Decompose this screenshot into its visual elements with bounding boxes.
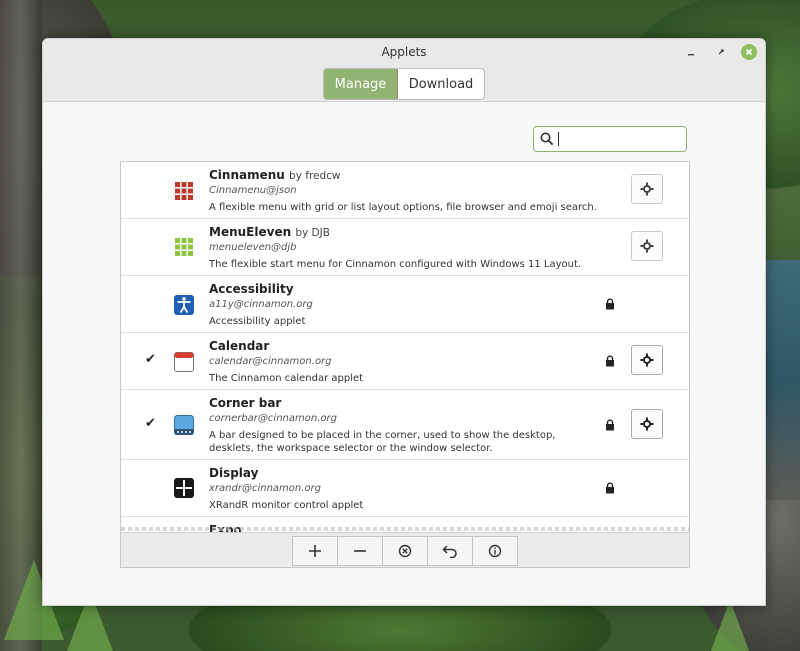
wallpaper-water-right	[766, 260, 800, 500]
restore-button[interactable]	[427, 536, 473, 566]
wallpaper-fern	[700, 600, 760, 651]
applet-description: The flexible start menu for Cinnamon con…	[209, 259, 582, 270]
list-item[interactable]: MenuEleven by DJB menueleven@djb The fle…	[121, 219, 689, 276]
configure-button[interactable]	[631, 174, 663, 204]
close-icon[interactable]	[741, 44, 757, 60]
enabled-check-icon: ✔	[145, 416, 156, 431]
applet-description: A flexible menu with grid or list layout…	[209, 202, 597, 213]
enabled-check-icon: ✔	[145, 352, 156, 367]
tab-manage[interactable]: Manage	[324, 69, 398, 99]
remove-applet-button[interactable]	[337, 536, 383, 566]
configure-button[interactable]	[631, 231, 663, 261]
search-icon	[540, 132, 554, 146]
list-item[interactable]: ✔ Calendar calendar@cinnamon.org The Cin…	[121, 333, 689, 390]
info-icon	[488, 544, 502, 558]
applets-window: Applets Manage Download Cinnamenu by fre…	[42, 38, 766, 606]
applet-uuid: Cinnamenu@json	[209, 185, 297, 196]
undo-arrow-icon	[442, 545, 457, 558]
applet-name: MenuEleven by DJB	[209, 225, 330, 239]
view-switcher: Manage Download	[323, 68, 485, 100]
wallpaper-rock-left	[0, 0, 42, 651]
scroll-edge-indicator	[121, 527, 689, 531]
lock-icon	[604, 419, 616, 431]
maximize-icon[interactable]	[713, 44, 729, 60]
plus-icon	[309, 545, 321, 557]
tab-download[interactable]: Download	[398, 69, 484, 99]
bottom-toolbar	[120, 532, 690, 568]
search-input[interactable]	[563, 132, 683, 146]
applet-description: The Cinnamon calendar applet	[209, 373, 364, 384]
applet-uuid: xrandr@cinnamon.org	[209, 483, 321, 494]
applet-description: Accessibility applet	[209, 316, 306, 327]
list-item[interactable]: Accessibility a11y@cinnamon.org Accessib…	[121, 276, 689, 333]
applet-name: Accessibility	[209, 282, 294, 296]
applet-uuid: menueleven@djb	[209, 242, 297, 253]
applet-uuid: calendar@cinnamon.org	[209, 356, 332, 367]
minus-icon	[354, 550, 366, 552]
list-item[interactable]: ✔ Corner bar cornerbar@cinnamon.org A ba…	[121, 390, 689, 460]
disable-all-button[interactable]	[382, 536, 428, 566]
about-button[interactable]	[472, 536, 518, 566]
gear-icon	[640, 182, 654, 196]
add-applet-button[interactable]	[292, 536, 338, 566]
applet-name: Display	[209, 466, 259, 480]
gear-icon	[640, 417, 654, 431]
configure-button[interactable]	[631, 409, 663, 439]
search-box[interactable]	[533, 126, 687, 152]
applet-name: Cinnamenu by fredcw	[209, 168, 341, 182]
calendar-icon	[173, 351, 195, 373]
gear-icon	[640, 353, 654, 367]
minimize-icon[interactable]	[683, 44, 699, 60]
header-bar: Applets Manage Download	[43, 39, 765, 102]
lock-icon	[604, 298, 616, 310]
window-title: Applets	[381, 45, 427, 59]
configure-button[interactable]	[631, 345, 663, 375]
lock-icon	[604, 355, 616, 367]
text-caret	[558, 132, 559, 146]
accessibility-icon	[173, 294, 195, 316]
applet-description: XRandR monitor control applet	[209, 500, 364, 511]
applet-list: Cinnamenu by fredcw Cinnamenu@json A fle…	[120, 161, 690, 567]
applet-name: Corner bar	[209, 396, 282, 410]
list-item[interactable]: Display xrandr@cinnamon.org XRandR monit…	[121, 460, 689, 517]
lock-icon	[604, 482, 616, 494]
grid-icon-green	[173, 236, 195, 258]
applet-uuid: a11y@cinnamon.org	[209, 299, 313, 310]
circle-x-icon	[398, 544, 412, 558]
cornerbar-icon	[173, 414, 195, 436]
grid-icon-red	[173, 180, 195, 202]
applet-name: Calendar	[209, 339, 270, 353]
list-item[interactable]: Cinnamenu by fredcw Cinnamenu@json A fle…	[121, 162, 689, 219]
display-icon	[173, 477, 195, 499]
applet-uuid: cornerbar@cinnamon.org	[209, 413, 337, 424]
gear-icon	[640, 239, 654, 253]
applet-description: A bar designed to be placed in the corne…	[209, 430, 556, 454]
